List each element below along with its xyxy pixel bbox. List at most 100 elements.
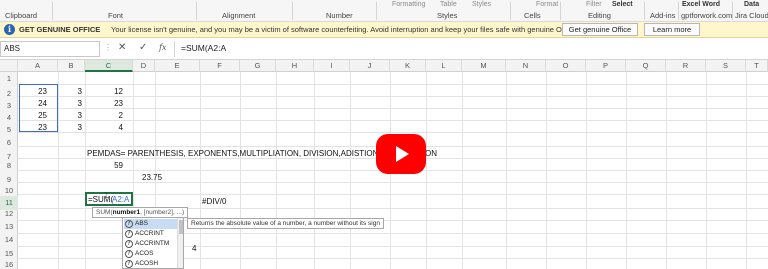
ribbon-divider (678, 2, 679, 20)
tooltip-function-name[interactable]: SUM( (96, 209, 113, 216)
column-header-b[interactable]: B (58, 60, 85, 72)
column-header-a[interactable]: A (18, 60, 58, 72)
ribbon-filter[interactable]: Filter (586, 1, 602, 8)
row-header-15[interactable]: 15 (0, 249, 18, 258)
column-header-s[interactable]: S (706, 60, 746, 72)
cell-a2[interactable]: 23 (19, 87, 47, 96)
autocomplete-item-label: ACOSH (135, 260, 159, 267)
group-cells: Cells (524, 11, 541, 20)
cell-b2[interactable]: 3 (58, 87, 82, 96)
function-autocomplete-list[interactable]: f ABS f ACCRINT f ACCRINTM f ACOS f ACOSH (122, 217, 184, 269)
row-header-8[interactable]: 8 (0, 161, 18, 170)
autocomplete-item-acos[interactable]: f ACOS (124, 249, 183, 259)
row-header-4[interactable]: 4 (0, 113, 18, 122)
ribbon-select[interactable]: Select (612, 1, 633, 8)
enter-icon[interactable]: ✓ (139, 42, 147, 53)
ribbon-data[interactable]: Data (744, 1, 759, 8)
column-header-h[interactable]: H (276, 60, 314, 72)
cell-c4[interactable]: 2 (85, 111, 123, 120)
ribbon-divider (732, 2, 733, 20)
cancel-icon[interactable]: ✕ (118, 42, 126, 53)
column-header-j[interactable]: J (350, 60, 390, 72)
ribbon-divider (560, 2, 561, 20)
column-header-l[interactable]: L (426, 60, 462, 72)
column-header-m[interactable]: M (462, 60, 506, 72)
function-description-tooltip: Returns the absolute value of a number, … (187, 218, 384, 229)
column-header-i[interactable]: I (314, 60, 350, 72)
ribbon-divider (510, 2, 511, 20)
cell-c7-pemdas-note[interactable]: PEMDAS= PARENTHESIS, EXPONENTS,MULTIPLIA… (87, 149, 397, 158)
row-header-3[interactable]: 3 (0, 101, 18, 110)
cell-d9[interactable]: 23.75 (142, 173, 162, 182)
column-header-k[interactable]: K (390, 60, 426, 72)
learn-more-button[interactable]: Learn more (644, 23, 700, 36)
autocomplete-item-abs[interactable]: f ABS (124, 219, 183, 229)
row-header-6[interactable]: 6 (0, 138, 18, 147)
row-header-14[interactable]: 14 (0, 235, 18, 244)
group-editing: Editing (588, 11, 611, 20)
cell-c5[interactable]: 4 (85, 123, 123, 132)
ribbon-conditional-formatting[interactable]: Formatting (392, 1, 425, 8)
cell-a5[interactable]: 23 (19, 123, 47, 132)
ribbon-format[interactable]: Format (536, 1, 558, 8)
group-add-ins: Add-ins (650, 11, 676, 20)
autocomplete-item-accrintm[interactable]: f ACCRINTM (124, 239, 183, 249)
autocomplete-scrollbar[interactable] (177, 218, 183, 268)
ribbon-divider (196, 2, 197, 20)
column-headers: A B C D E F G H I J K L M N O P Q R S T (0, 60, 768, 72)
row-header-1[interactable]: 1 (0, 74, 18, 83)
row-header-12[interactable]: 12 (0, 209, 18, 218)
cell-c3[interactable]: 23 (85, 99, 123, 108)
column-header-g[interactable]: G (240, 60, 276, 72)
group-number: Number (326, 11, 353, 20)
cell-d14[interactable]: 4 (192, 244, 196, 253)
cell-f11[interactable]: #DIV/0 (202, 197, 226, 206)
ribbon-cell-styles[interactable]: Styles (472, 1, 491, 8)
cell-c8[interactable]: 59 (85, 161, 123, 170)
column-header-t[interactable]: T (746, 60, 768, 72)
row-header-2[interactable]: 2 (0, 89, 18, 98)
column-header-q[interactable]: Q (626, 60, 666, 72)
cell-a4[interactable]: 25 (19, 111, 47, 120)
name-box[interactable]: ABS (0, 41, 100, 57)
ribbon-divider (376, 2, 377, 20)
ribbon-format-as-table[interactable]: Table (440, 1, 457, 8)
warning-title: GET GENUINE OFFICE (19, 25, 101, 34)
cell-a3[interactable]: 24 (19, 99, 47, 108)
active-cell-c11[interactable]: =SUM( A2:A (85, 192, 133, 206)
row-header-11[interactable]: 11 (0, 196, 18, 210)
formula-bar: ABS ⋮ ✕ ✓ fx =SUM(A2:A (0, 38, 768, 60)
cell-b5[interactable]: 3 (58, 123, 82, 132)
formula-input[interactable]: =SUM(A2:A (174, 41, 768, 57)
cell-c2[interactable]: 12 (85, 87, 123, 96)
row-header-10[interactable]: 10 (0, 186, 18, 195)
column-header-o[interactable]: O (546, 60, 586, 72)
row-header-9[interactable]: 9 (0, 175, 18, 184)
cell-b4[interactable]: 3 (58, 111, 82, 120)
autocomplete-item-acosh[interactable]: f ACOSH (124, 259, 183, 269)
row-header-13[interactable]: 13 (0, 222, 18, 231)
column-header-d[interactable]: D (133, 60, 155, 72)
column-header-f[interactable]: F (200, 60, 240, 72)
autocomplete-item-accrint[interactable]: f ACCRINT (124, 229, 183, 239)
video-play-button[interactable] (376, 134, 426, 174)
column-header-e[interactable]: E (155, 60, 200, 72)
select-all-corner[interactable] (0, 60, 18, 72)
ribbon-excel-word[interactable]: Excel Word (682, 1, 720, 8)
scrollbar-thumb[interactable] (179, 220, 183, 234)
column-header-p[interactable]: P (586, 60, 626, 72)
cell-c11-formula-reference: A2:A (112, 195, 130, 204)
text-cursor-icon: ⌶ (104, 191, 109, 200)
get-genuine-office-button[interactable]: Get genuine Office (562, 23, 638, 36)
more-options-icon[interactable]: ⋮ (104, 43, 112, 52)
row-header-5[interactable]: 5 (0, 125, 18, 134)
grid-line (18, 120, 768, 121)
cell-b3[interactable]: 3 (58, 99, 82, 108)
insert-function-button[interactable]: fx (159, 43, 166, 52)
row-header-7[interactable]: 7 (0, 152, 18, 161)
column-header-r[interactable]: R (666, 60, 706, 72)
column-header-c[interactable]: C (85, 60, 133, 72)
row-header-16[interactable]: 16 (0, 260, 18, 269)
function-icon: f (125, 260, 133, 268)
column-header-n[interactable]: N (506, 60, 546, 72)
